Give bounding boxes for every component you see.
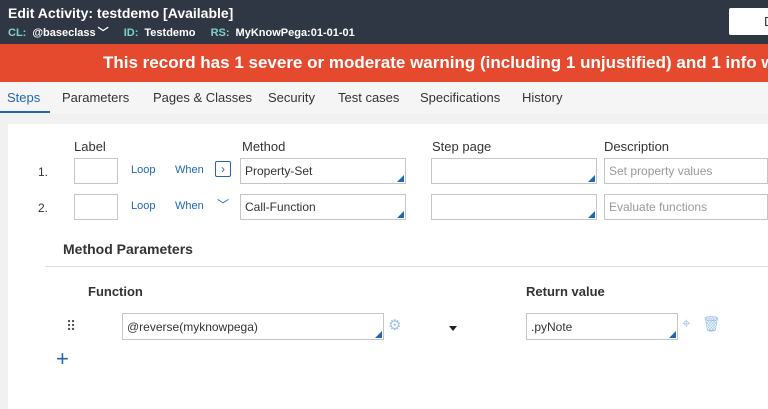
warning-banner: This record has 1 severe or moderate war…: [0, 44, 768, 82]
loop-link[interactable]: Loop: [131, 164, 155, 176]
step-page-input[interactable]: [431, 194, 597, 220]
page-title: Edit Activity: testdemo [Available]: [8, 5, 234, 21]
warning-text: This record has 1 severe or moderate war…: [103, 53, 768, 72]
rs-key: RS:: [210, 27, 230, 39]
chevron-down-icon[interactable]: ﹀: [98, 27, 109, 39]
rs-value: MyKnowPega:01-01-01: [235, 27, 355, 39]
class-key: CL:: [8, 27, 27, 39]
tab-bar: Steps Parameters Pages & Classes Securit…: [0, 82, 768, 114]
dropdown-caret-icon[interactable]: [449, 326, 457, 331]
chevron-down-icon[interactable]: ﹀: [217, 196, 229, 213]
plus-icon[interactable]: +: [56, 346, 69, 372]
method-input[interactable]: Call-Function: [240, 194, 406, 220]
tab-parameters[interactable]: Parameters: [62, 90, 129, 105]
step-label-input[interactable]: [74, 194, 118, 220]
when-link[interactable]: When: [175, 200, 204, 212]
function-input[interactable]: @reverse(myknowpega): [122, 313, 384, 340]
column-step-page: Step page: [432, 139, 492, 154]
description-input[interactable]: Set property values: [604, 158, 768, 184]
column-label: Label: [74, 139, 106, 154]
column-description: Description: [604, 139, 670, 154]
step-number: 2.: [38, 201, 49, 215]
id-key: ID:: [123, 27, 139, 39]
chevron-right-icon[interactable]: ›: [215, 161, 231, 177]
return-value-label: Return value: [526, 284, 605, 299]
window-header: Edit Activity: testdemo [Available] CL: @…: [0, 0, 768, 44]
when-link[interactable]: When: [175, 164, 204, 176]
crosshair-icon[interactable]: ⌖: [682, 315, 690, 332]
method-input[interactable]: Property-Set: [240, 158, 406, 184]
drag-handle-icon[interactable]: ⠿: [66, 318, 77, 335]
tab-specifications[interactable]: Specifications: [420, 90, 500, 105]
record-identifiers: CL: @baseclass ﹀ ID: Testdemo RS: MyKnowPega…: [8, 24, 367, 40]
class-value[interactable]: @baseclass: [32, 27, 95, 39]
step-number: 1.: [38, 165, 49, 179]
tab-security[interactable]: Security: [268, 90, 315, 105]
column-method: Method: [242, 139, 286, 154]
tab-pages-classes[interactable]: Pages & Classes: [153, 90, 252, 105]
active-tab-indicator: [0, 111, 50, 113]
divider: [45, 266, 768, 267]
loop-link[interactable]: Loop: [131, 200, 155, 212]
method-parameters-title: Method Parameters: [63, 241, 193, 257]
description-input[interactable]: Evaluate functions: [604, 194, 768, 220]
step-page-input[interactable]: [431, 158, 597, 184]
gear-icon[interactable]: ⚙: [388, 316, 401, 334]
tab-test-cases[interactable]: Test cases: [338, 90, 399, 105]
steps-panel: Label Method Step page Description 1. Lo…: [8, 124, 768, 409]
delete-button[interactable]: Del: [729, 8, 768, 35]
return-value-input[interactable]: .pyNote: [526, 313, 678, 340]
tab-history[interactable]: History: [522, 90, 562, 105]
tab-steps[interactable]: Steps: [7, 90, 40, 105]
function-label: Function: [88, 284, 143, 299]
id-value: Testdemo: [144, 27, 196, 39]
trash-icon[interactable]: 🗑: [702, 315, 721, 333]
step-label-input[interactable]: [74, 158, 118, 184]
